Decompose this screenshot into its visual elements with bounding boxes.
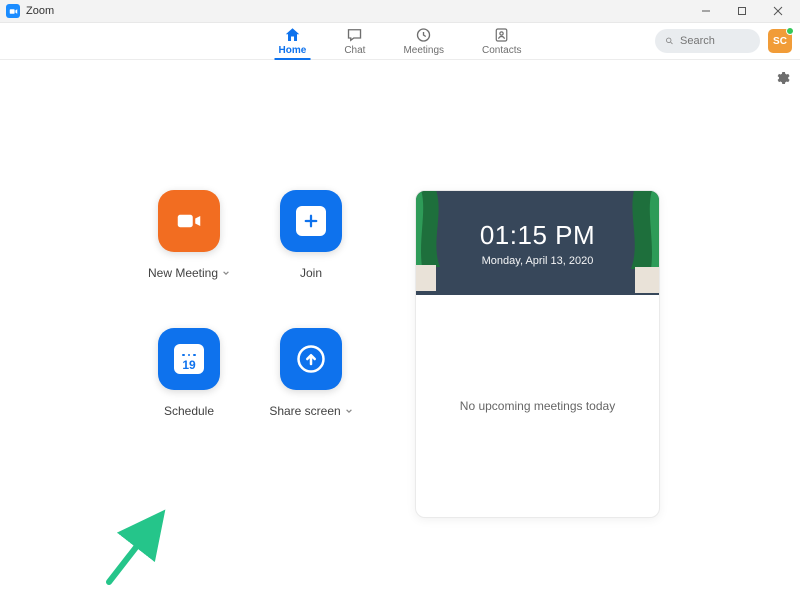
plant-decoration-right	[601, 191, 659, 295]
calendar-icon: 19	[158, 328, 220, 390]
main-nav: Home Chat Meetings Contacts	[275, 24, 526, 59]
annotation-arrow	[104, 507, 174, 587]
content-area: New Meeting Join 19 Schedule	[0, 60, 800, 601]
nav-meetings-label: Meetings	[403, 45, 444, 56]
upcoming-empty-message: No upcoming meetings today	[460, 399, 615, 413]
clock-banner: 01:15 PM Monday, April 13, 2020	[416, 191, 659, 295]
new-meeting-label: New Meeting	[148, 266, 218, 280]
nav-chat[interactable]: Chat	[340, 24, 369, 59]
nav-contacts[interactable]: Contacts	[478, 24, 525, 59]
window-minimize-button[interactable]	[688, 0, 724, 22]
search-icon	[665, 35, 674, 47]
schedule-label: Schedule	[164, 404, 214, 418]
video-icon	[158, 190, 220, 252]
arrow-up-icon	[280, 328, 342, 390]
actions-grid: New Meeting Join 19 Schedule	[145, 190, 355, 418]
zoom-app-icon	[6, 4, 20, 18]
share-screen-label: Share screen	[269, 404, 340, 418]
plus-icon	[280, 190, 342, 252]
join-label: Join	[300, 266, 322, 280]
upcoming-body: No upcoming meetings today	[416, 295, 659, 517]
chevron-down-icon	[222, 269, 230, 277]
calendar-day-number: 19	[182, 359, 195, 371]
search-input[interactable]	[680, 35, 750, 47]
titlebar: Zoom	[0, 0, 800, 23]
clock-date: Monday, April 13, 2020	[482, 255, 594, 267]
nav-chat-label: Chat	[344, 45, 365, 56]
settings-button[interactable]	[774, 70, 790, 91]
join-button[interactable]: Join	[280, 190, 342, 280]
avatar-initials: SC	[773, 36, 787, 47]
nav-meetings[interactable]: Meetings	[399, 24, 448, 59]
upcoming-panel: 01:15 PM Monday, April 13, 2020 No upcom…	[415, 190, 660, 518]
new-meeting-button[interactable]: New Meeting	[148, 190, 230, 280]
profile-avatar[interactable]: SC	[768, 29, 792, 53]
share-screen-button[interactable]: Share screen	[269, 328, 352, 418]
presence-indicator	[786, 27, 794, 35]
chevron-down-icon	[345, 407, 353, 415]
schedule-button[interactable]: 19 Schedule	[158, 328, 220, 418]
contacts-icon	[493, 26, 511, 44]
clock-time: 01:15 PM	[480, 220, 595, 251]
home-icon	[283, 26, 301, 44]
nav-contacts-label: Contacts	[482, 45, 521, 56]
clock-icon	[415, 26, 433, 44]
window-close-button[interactable]	[760, 0, 796, 22]
window-title: Zoom	[26, 5, 54, 17]
chat-icon	[346, 26, 364, 44]
top-toolbar: Home Chat Meetings Contacts SC	[0, 23, 800, 60]
search-box[interactable]	[655, 29, 760, 53]
plant-decoration-left	[416, 191, 470, 295]
window-maximize-button[interactable]	[724, 0, 760, 22]
nav-home-label: Home	[279, 45, 307, 56]
nav-home[interactable]: Home	[275, 24, 311, 59]
